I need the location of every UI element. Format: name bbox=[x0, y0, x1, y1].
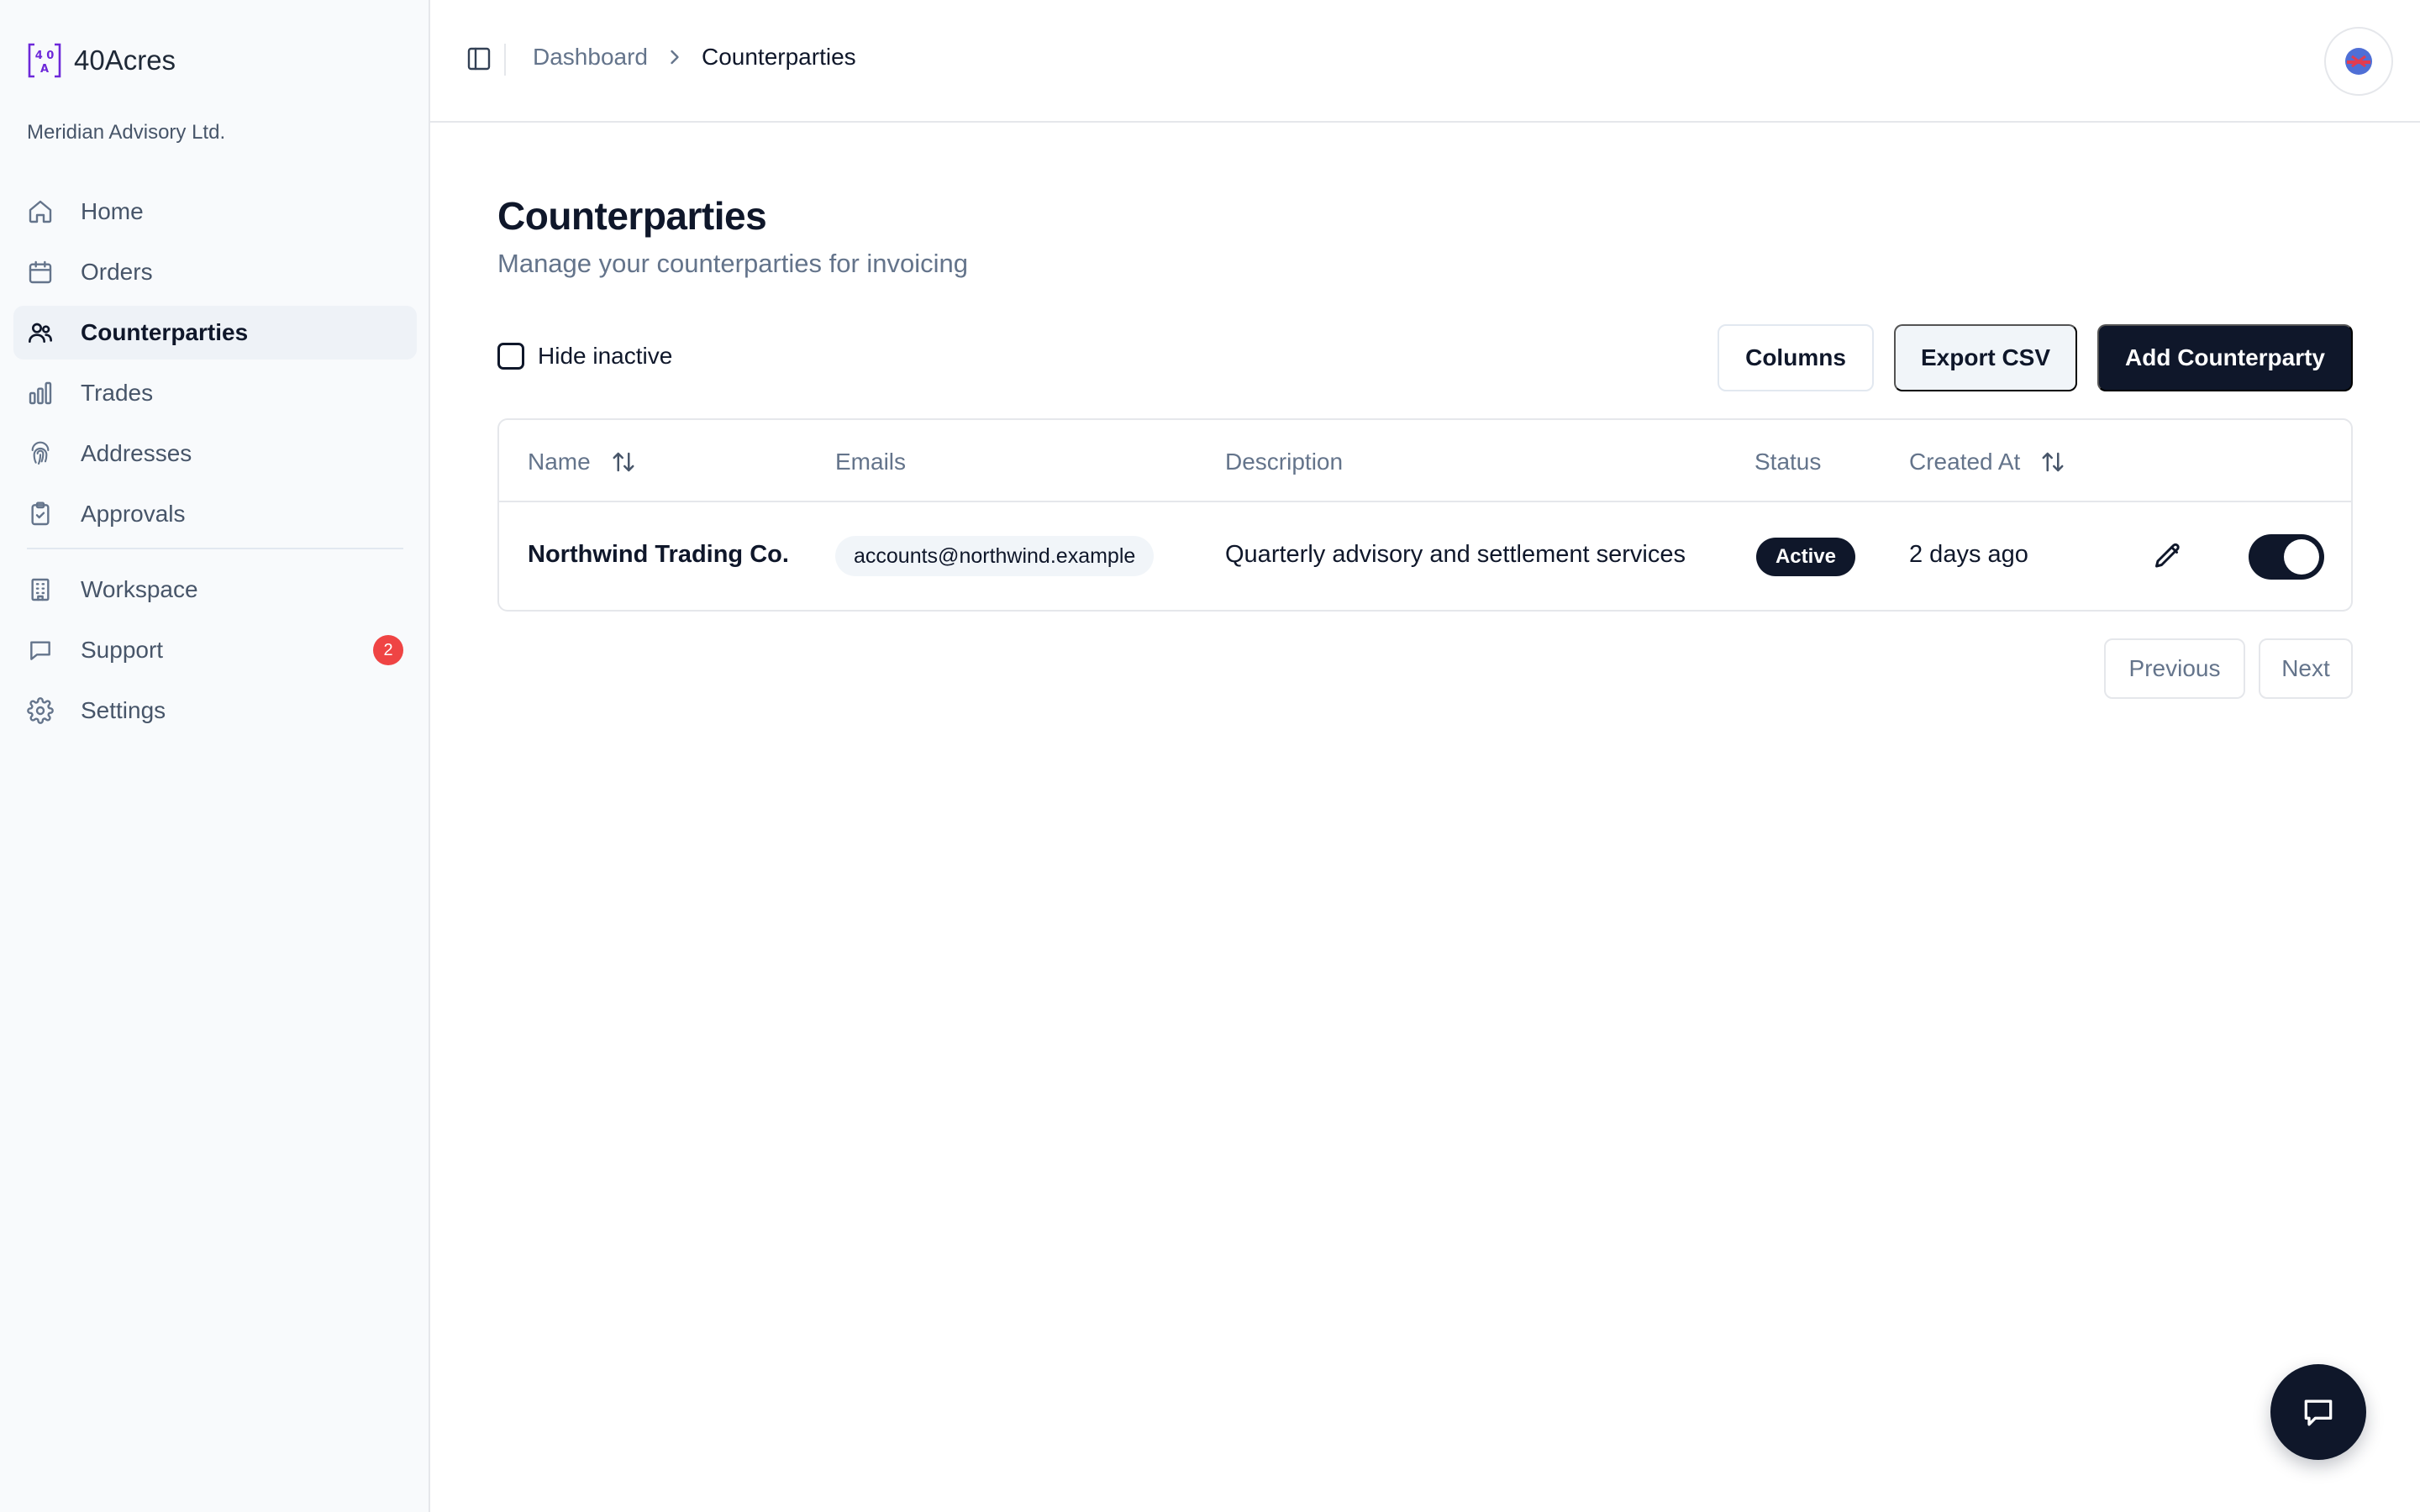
columns-button[interactable]: Columns bbox=[1718, 324, 1874, 391]
column-header-label: Created At bbox=[1909, 449, 2021, 475]
sidebar-item-orders[interactable]: Orders bbox=[13, 245, 417, 299]
support-count-badge: 2 bbox=[373, 635, 403, 665]
column-header-created-at[interactable]: Created At bbox=[1909, 449, 2065, 475]
brand-logo-icon: 4 0 A bbox=[27, 42, 62, 79]
breadcrumb: Dashboard Counterparties bbox=[533, 44, 856, 71]
previous-page-button[interactable]: Previous bbox=[2104, 638, 2245, 699]
organization-name[interactable]: Meridian Advisory Ltd. bbox=[27, 121, 225, 144]
breadcrumb-dashboard-link[interactable]: Dashboard bbox=[533, 44, 648, 71]
nav-divider bbox=[27, 548, 403, 549]
svg-text:A: A bbox=[40, 63, 49, 76]
status-badge: Active bbox=[1756, 538, 1855, 576]
hide-inactive-label: Hide inactive bbox=[538, 343, 673, 369]
bar-chart-icon bbox=[27, 380, 54, 407]
sidebar-item-label: Approvals bbox=[81, 501, 186, 527]
column-header-name[interactable]: Name bbox=[528, 449, 636, 475]
pagination: Previous Next bbox=[497, 638, 2353, 699]
sidebar-item-support[interactable]: Support 2 bbox=[13, 623, 417, 677]
sort-icon[interactable] bbox=[611, 449, 636, 475]
column-header-emails: Emails bbox=[835, 449, 906, 475]
sidebar-item-trades[interactable]: Trades bbox=[13, 366, 417, 420]
sidebar-item-label: Workspace bbox=[81, 576, 198, 602]
toggle-knob bbox=[2284, 539, 2319, 575]
clipboard-check-icon bbox=[27, 501, 54, 528]
column-header-label: Status bbox=[1754, 449, 1822, 475]
chat-bubble-icon bbox=[2300, 1394, 2337, 1431]
avatar[interactable] bbox=[2324, 27, 2393, 96]
users-icon bbox=[27, 319, 54, 346]
active-toggle-switch[interactable] bbox=[2249, 534, 2324, 580]
sidebar-item-label: Trades bbox=[81, 380, 154, 406]
message-icon bbox=[27, 637, 54, 664]
counterparties-table: Name Emails Description Status Created A… bbox=[497, 418, 2353, 612]
column-header-label: Description bbox=[1225, 449, 1344, 475]
chat-button[interactable] bbox=[2270, 1364, 2366, 1460]
column-header-label: Name bbox=[528, 449, 591, 475]
table-header: Name Emails Description Status Created A… bbox=[499, 420, 2351, 502]
column-header-label: Emails bbox=[835, 449, 907, 475]
sidebar-item-addresses[interactable]: Addresses bbox=[13, 427, 417, 480]
sidebar-item-label: Addresses bbox=[81, 440, 192, 466]
edit-pencil-icon[interactable] bbox=[2153, 541, 2183, 571]
sort-icon[interactable] bbox=[2040, 449, 2065, 475]
sidebar-item-label: Support bbox=[81, 637, 164, 663]
next-page-button[interactable]: Next bbox=[2259, 638, 2353, 699]
avatar-flag-icon bbox=[2345, 48, 2372, 75]
sidebar-item-workspace[interactable]: Workspace bbox=[13, 563, 417, 617]
gear-icon bbox=[27, 697, 54, 724]
calendar-icon bbox=[27, 259, 54, 286]
sidebar-item-approvals[interactable]: Approvals bbox=[13, 487, 417, 541]
sidebar-toggle-icon[interactable] bbox=[466, 45, 492, 72]
sidebar-item-label: Counterparties bbox=[81, 319, 249, 345]
hide-inactive-checkbox[interactable] bbox=[497, 343, 524, 370]
breadcrumb-current: Counterparties bbox=[701, 44, 856, 70]
hide-inactive-toggle[interactable]: Hide inactive bbox=[497, 343, 672, 370]
column-header-status: Status bbox=[1754, 449, 1821, 475]
page-subtitle: Manage your counterparties for invoicing bbox=[497, 249, 969, 278]
counterparty-description: Quarterly advisory and settlement servic… bbox=[1225, 541, 1686, 568]
sidebar-item-label: Home bbox=[81, 198, 144, 224]
created-at: 2 days ago bbox=[1909, 541, 2028, 568]
sidebar-item-label: Settings bbox=[81, 697, 166, 723]
toolbar: Hide inactive Columns Export CSV Add Cou… bbox=[497, 324, 2353, 391]
column-header-description: Description bbox=[1225, 449, 1343, 475]
chevron-right-icon bbox=[663, 45, 687, 69]
email-chip: accounts@northwind.example bbox=[835, 536, 1155, 576]
building-icon bbox=[27, 576, 54, 603]
brand-name: 40Acres bbox=[74, 45, 176, 76]
sidebar-nav: Home Orders Counterparties Trades Addres… bbox=[13, 185, 417, 744]
fingerprint-icon bbox=[27, 440, 54, 467]
top-header: Dashboard Counterparties bbox=[430, 0, 2420, 123]
sidebar-item-settings[interactable]: Settings bbox=[13, 684, 417, 738]
home-icon bbox=[27, 198, 54, 225]
header-separator bbox=[504, 44, 506, 76]
export-csv-button[interactable]: Export CSV bbox=[1894, 324, 2077, 391]
add-counterparty-button[interactable]: Add Counterparty bbox=[2097, 324, 2353, 391]
page-title: Counterparties bbox=[497, 194, 767, 238]
counterparty-name: Northwind Trading Co. bbox=[528, 541, 789, 568]
brand[interactable]: 4 0 A 40Acres bbox=[27, 40, 176, 81]
table-row: Northwind Trading Co. accounts@northwind… bbox=[499, 502, 2351, 610]
svg-text:4 0: 4 0 bbox=[35, 50, 55, 62]
sidebar: 4 0 A 40Acres Meridian Advisory Ltd. Hom… bbox=[0, 0, 430, 1512]
sidebar-item-home[interactable]: Home bbox=[13, 185, 417, 239]
sidebar-item-counterparties[interactable]: Counterparties bbox=[13, 306, 417, 360]
sidebar-item-label: Orders bbox=[81, 259, 153, 285]
